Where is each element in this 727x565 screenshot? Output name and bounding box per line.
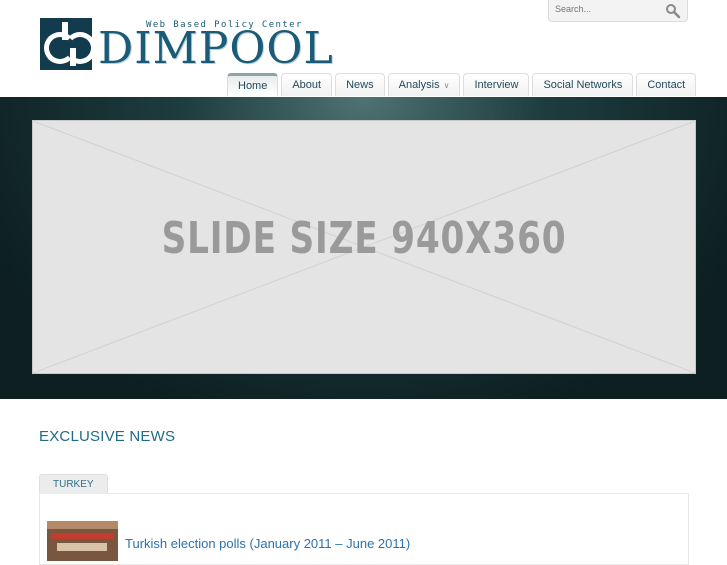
- nav-item-about[interactable]: About: [281, 73, 333, 96]
- search-input[interactable]: [555, 1, 655, 17]
- section-title: EXCLUSIVE NEWS: [39, 428, 176, 445]
- nav-item-label: Home: [238, 80, 268, 92]
- news-title-link[interactable]: Turkish election polls (January 2011 – J…: [125, 536, 410, 551]
- nav-item-label: Social Networks: [543, 79, 623, 91]
- site-header: Web Based Policy Center DIMPOOL Home Abo…: [0, 0, 727, 97]
- slide-placeholder-text: SLIDE SIZE 940X360: [161, 213, 567, 264]
- nav-item-home[interactable]: Home: [227, 73, 279, 96]
- nav-item-social-networks[interactable]: Social Networks: [532, 73, 634, 96]
- slide-placeholder[interactable]: SLIDE SIZE 940X360: [32, 120, 696, 374]
- nav-item-label: Interview: [474, 79, 519, 91]
- news-thumbnail[interactable]: [47, 521, 118, 561]
- search-box: [548, 0, 688, 22]
- nav-item-contact[interactable]: Contact: [636, 73, 697, 96]
- chevron-down-icon: ∨: [443, 81, 450, 90]
- search-icon[interactable]: [665, 3, 681, 19]
- logo-name: DIMPOOL: [98, 23, 334, 74]
- news-panel: Turkish election polls (January 2011 – J…: [39, 493, 689, 565]
- nav-item-label: Analysis: [398, 79, 440, 91]
- nav-item-label: News: [346, 79, 374, 91]
- nav-item-analysis[interactable]: Analysis ∨: [387, 73, 461, 96]
- main-nav: Home About News Analysis ∨ Interview Soci…: [227, 73, 699, 97]
- tab-turkey[interactable]: TURKEY: [39, 474, 108, 494]
- nav-item-label: About: [292, 79, 322, 91]
- nav-item-news[interactable]: News: [335, 73, 385, 96]
- nav-item-interview[interactable]: Interview: [463, 73, 530, 96]
- site-logo[interactable]: Web Based Policy Center DIMPOOL: [40, 18, 333, 72]
- logo-mark-icon: [40, 18, 96, 70]
- nav-item-label: Contact: [647, 79, 686, 91]
